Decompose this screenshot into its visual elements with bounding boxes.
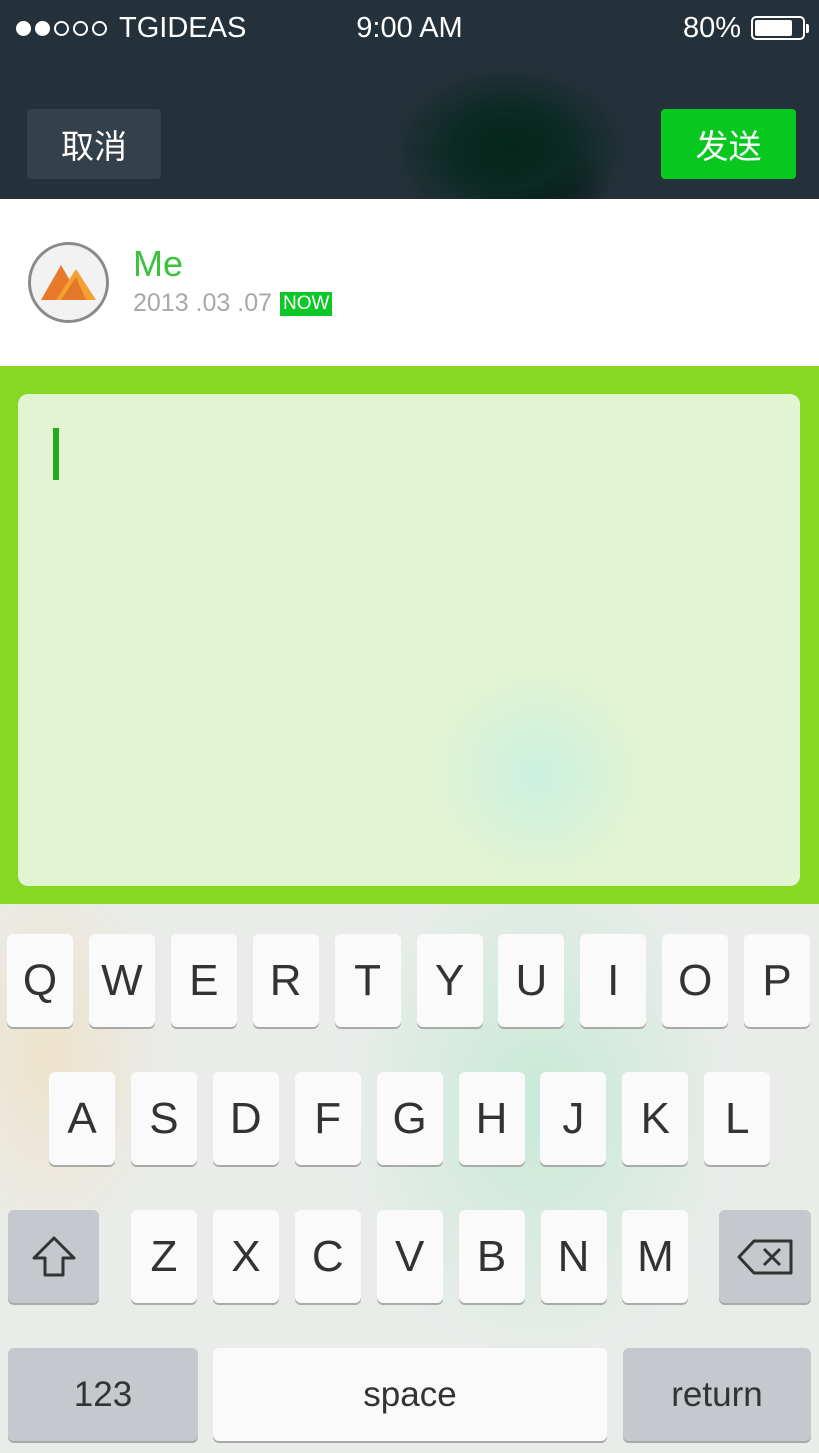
numbers-key[interactable]: 123: [8, 1348, 198, 1441]
key-h[interactable]: H: [458, 1072, 525, 1165]
key-t[interactable]: T: [334, 934, 401, 1027]
cancel-button[interactable]: 取消: [27, 109, 161, 179]
shift-key[interactable]: [8, 1210, 99, 1303]
space-key[interactable]: space: [213, 1348, 607, 1441]
key-y[interactable]: Y: [416, 934, 483, 1027]
key-x[interactable]: X: [212, 1210, 279, 1303]
backspace-icon: [737, 1239, 793, 1274]
key-w[interactable]: W: [88, 934, 155, 1027]
key-k[interactable]: K: [622, 1072, 689, 1165]
key-b[interactable]: B: [458, 1210, 525, 1303]
avatar[interactable]: [28, 242, 109, 323]
send-button[interactable]: 发送: [661, 109, 796, 179]
key-u[interactable]: U: [498, 934, 565, 1027]
backspace-key[interactable]: [719, 1210, 811, 1303]
key-g[interactable]: G: [376, 1072, 443, 1165]
key-m[interactable]: M: [622, 1210, 689, 1303]
now-badge: NOW: [280, 291, 333, 316]
battery-icon: [751, 16, 809, 40]
shift-icon: [32, 1236, 75, 1276]
key-f[interactable]: F: [294, 1072, 361, 1165]
post-date-row: 2013 .03 .07 NOW: [133, 289, 333, 318]
key-p[interactable]: P: [744, 934, 811, 1027]
author-info: Me 2013 .03 .07 NOW: [0, 199, 819, 366]
key-o[interactable]: O: [662, 934, 729, 1027]
message-input[interactable]: [18, 394, 800, 886]
post-date: 2013 .03 .07: [133, 289, 273, 317]
key-c[interactable]: C: [294, 1210, 361, 1303]
key-r[interactable]: R: [252, 934, 319, 1027]
battery-percent: 80%: [682, 11, 741, 44]
key-n[interactable]: N: [540, 1210, 607, 1303]
key-s[interactable]: S: [130, 1072, 197, 1165]
text-cursor: [53, 428, 59, 480]
key-e[interactable]: E: [170, 934, 237, 1027]
key-a[interactable]: A: [49, 1072, 115, 1165]
user-name: Me: [133, 243, 184, 284]
top-bar: TGIDEAS 9:00 AM 80% 取消 发送: [0, 0, 819, 199]
key-j[interactable]: J: [540, 1072, 607, 1165]
battery-fill: [755, 20, 792, 36]
mountain-icon: [41, 265, 96, 300]
key-l[interactable]: L: [704, 1072, 771, 1165]
key-d[interactable]: D: [212, 1072, 279, 1165]
return-key[interactable]: return: [623, 1348, 811, 1441]
key-v[interactable]: V: [376, 1210, 443, 1303]
status-bar-right: 80%: [682, 8, 809, 48]
key-i[interactable]: I: [580, 934, 647, 1027]
key-q[interactable]: Q: [7, 934, 73, 1027]
keyboard: 123 space return QWERTYUIOP ASDFGHJKL ZXCV…: [0, 904, 819, 1453]
key-z[interactable]: Z: [131, 1210, 197, 1303]
